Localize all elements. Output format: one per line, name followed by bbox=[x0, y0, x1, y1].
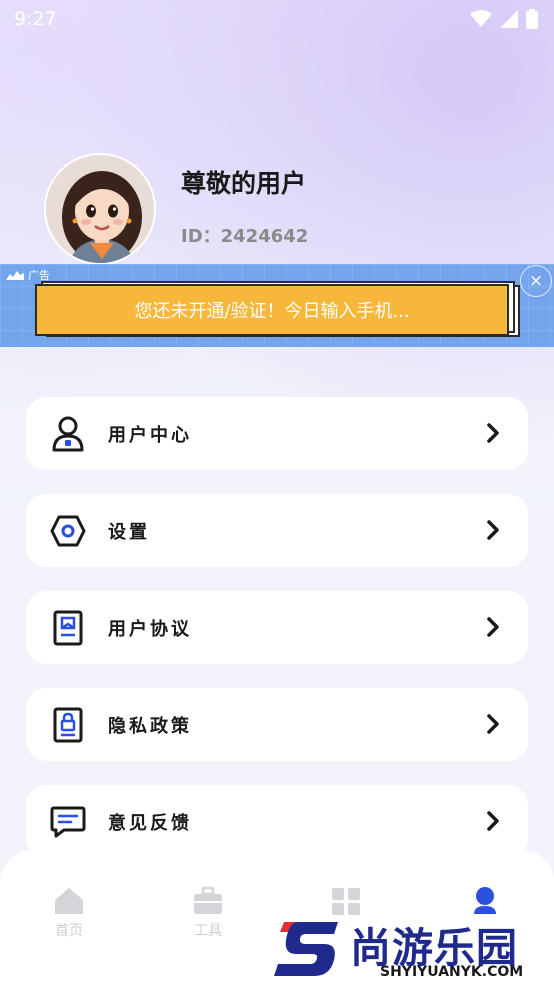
user-id: ID：2424642 bbox=[181, 226, 309, 247]
battery-icon bbox=[526, 9, 538, 29]
nav-label: 首页 bbox=[55, 923, 83, 939]
ad-card[interactable]: 您还未开通/验证！今日输入手机... bbox=[35, 284, 509, 336]
menu-item-user-center[interactable]: 用户中心 bbox=[26, 397, 528, 470]
chevron-right-icon bbox=[487, 617, 499, 637]
menu-item-feedback[interactable]: 意见反馈 bbox=[26, 785, 528, 858]
username: 尊敬的用户 bbox=[181, 169, 307, 198]
user-info: 尊敬的用户 ID：2424642 bbox=[181, 169, 309, 248]
menu-item-privacy-policy[interactable]: 隐私政策 bbox=[26, 688, 528, 761]
menu-label: 用户中心 bbox=[108, 424, 192, 446]
profile-section: 尊敬的用户 ID：2424642 bbox=[44, 153, 308, 265]
status-time: 9:27 bbox=[14, 8, 57, 30]
menu-label: 用户协议 bbox=[108, 618, 192, 640]
menu-label: 隐私政策 bbox=[108, 715, 192, 737]
chevron-right-icon bbox=[487, 423, 499, 443]
menu-item-user-agreement[interactable]: 用户协议 bbox=[26, 591, 528, 664]
home-icon bbox=[55, 888, 83, 914]
ad-close-button[interactable]: × bbox=[520, 265, 552, 297]
chevron-right-icon bbox=[487, 520, 499, 540]
avatar[interactable] bbox=[44, 153, 156, 265]
menu-label: 意见反馈 bbox=[108, 812, 192, 834]
ad-banner[interactable]: 广告 您还未开通/验证！今日输入手机... × bbox=[0, 264, 554, 347]
watermark-url: SHYIYUANYK.COM bbox=[380, 964, 524, 980]
menu-label: 设置 bbox=[108, 521, 150, 543]
status-icons bbox=[470, 9, 538, 29]
ad-text: 您还未开通/验证！今日输入手机... bbox=[134, 301, 410, 322]
menu-item-settings[interactable]: 设置 bbox=[26, 494, 528, 567]
calculator-icon bbox=[332, 888, 360, 915]
cellular-signal-icon bbox=[500, 10, 518, 28]
wifi-icon bbox=[470, 10, 492, 27]
watermark-logo-icon bbox=[274, 922, 338, 976]
hexagon-settings-icon bbox=[50, 513, 86, 549]
close-icon: × bbox=[528, 271, 544, 291]
profile-icon bbox=[474, 887, 496, 914]
nav-label: 工具 bbox=[194, 923, 222, 939]
status-bar: 9:27 bbox=[0, 0, 554, 38]
document-lock-icon bbox=[50, 707, 86, 743]
chevron-right-icon bbox=[487, 714, 499, 734]
toolbox-icon bbox=[194, 886, 222, 914]
chevron-right-icon bbox=[487, 811, 499, 831]
nav-item-home[interactable]: 首页 bbox=[39, 886, 99, 940]
nav-item-tools[interactable]: 工具 bbox=[178, 886, 238, 940]
document-user-icon bbox=[50, 610, 86, 646]
avatar-illustration-icon bbox=[46, 155, 154, 263]
watermark: 尚游乐园 SHYIYUANYK.COM bbox=[272, 914, 554, 984]
ad-logo-icon bbox=[6, 270, 24, 280]
user-icon bbox=[50, 416, 86, 452]
chat-message-icon bbox=[50, 804, 86, 840]
